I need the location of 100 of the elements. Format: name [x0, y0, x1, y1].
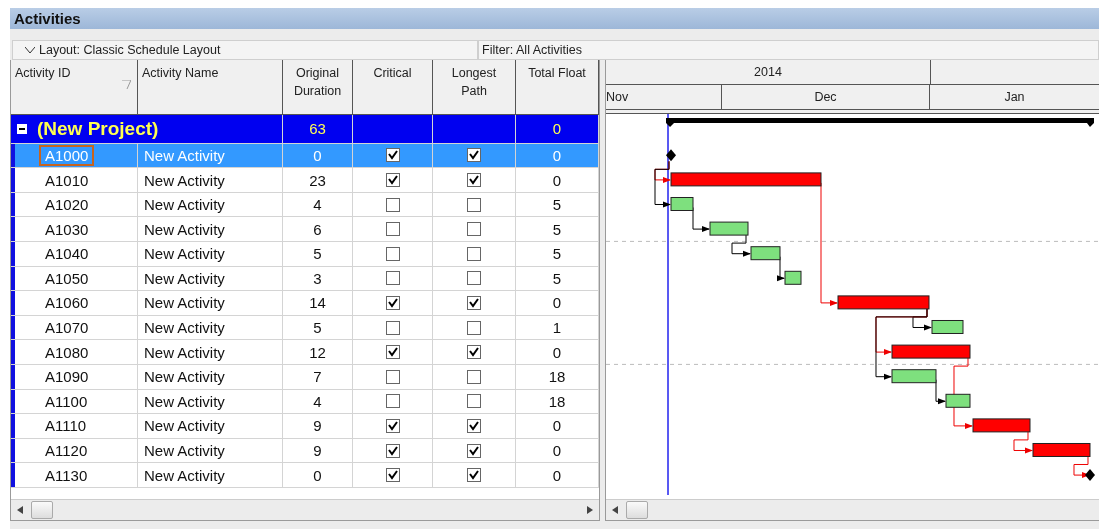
duration-value: 7 [313, 368, 322, 386]
activity-id: A1120 [44, 441, 89, 462]
checkbox[interactable] [385, 320, 400, 335]
year-label: 2014 [754, 64, 782, 79]
panel-title: Activities [10, 8, 1099, 29]
duration-value: 5 [313, 245, 322, 263]
activity-id: A1080 [44, 342, 90, 363]
total-float-value: 0 [552, 146, 562, 164]
checkbox[interactable] [385, 271, 400, 286]
checkbox[interactable] [467, 173, 481, 187]
collapse-icon[interactable] [17, 123, 27, 134]
checkbox[interactable] [467, 394, 481, 409]
checkbox[interactable] [385, 468, 400, 483]
month-label: Nov [606, 89, 629, 104]
duration-value: 14 [309, 294, 326, 312]
checkbox[interactable] [385, 246, 400, 261]
column-header[interactable]: Total Float [516, 59, 599, 114]
duration-value: 4 [313, 392, 322, 410]
column-header[interactable]: Longest Path [433, 59, 516, 114]
relationship-line [731, 234, 751, 257]
checkbox[interactable] [467, 246, 481, 261]
project-total-float: 0 [552, 120, 562, 138]
activity-id: A1050 [44, 268, 90, 289]
activity-name: New Activity [144, 220, 225, 238]
column-header[interactable]: Activity Name [138, 59, 283, 114]
total-float-value: 18 [548, 392, 566, 410]
activity-name: New Activity [144, 466, 225, 484]
total-float-value: 5 [552, 269, 562, 287]
checkbox[interactable] [467, 320, 481, 335]
activity-name: New Activity [144, 417, 225, 435]
activity-name: New Activity [144, 442, 225, 460]
column-header[interactable]: Activity ID [11, 59, 138, 114]
duration-value: 9 [313, 417, 322, 435]
checkbox[interactable] [467, 345, 481, 360]
duration-value: 0 [313, 466, 322, 484]
duration-value: 23 [309, 171, 326, 189]
checkbox[interactable] [467, 222, 481, 237]
activity-name: New Activity [144, 245, 225, 263]
checkbox[interactable] [467, 271, 481, 286]
project-duration: 63 [309, 120, 326, 138]
checkbox[interactable] [385, 394, 400, 409]
relationship-line [953, 357, 973, 429]
relationship-line [1013, 431, 1033, 454]
checkbox[interactable] [385, 222, 400, 237]
checkbox[interactable] [385, 418, 400, 433]
total-float-value: 5 [552, 196, 562, 214]
duration-value: 3 [313, 269, 322, 287]
project-row[interactable]: (New Project) 63 0 [11, 114, 599, 144]
checkbox[interactable] [385, 443, 400, 458]
checkbox[interactable] [467, 148, 481, 163]
column-header[interactable]: Critical [353, 59, 433, 114]
scroll-left-icon[interactable] [612, 506, 618, 514]
checkbox[interactable] [467, 468, 481, 483]
activity-id: A1060 [44, 293, 90, 314]
activity-id: A1040 [44, 244, 90, 265]
checkbox[interactable] [467, 418, 481, 433]
duration-value: 12 [309, 343, 326, 361]
checkbox[interactable] [385, 295, 400, 310]
activity-name: New Activity [144, 392, 225, 410]
activity-id: A1090 [44, 367, 90, 388]
activity-name: New Activity [144, 368, 225, 386]
total-float-value: 5 [552, 245, 562, 263]
total-float-value: 0 [552, 294, 562, 312]
checkbox[interactable] [467, 197, 481, 212]
total-float-value: 0 [552, 171, 562, 189]
filter-label[interactable]: Filter: All Activities [478, 39, 1099, 60]
activity-id: A1030 [44, 219, 90, 240]
total-float-value: 0 [552, 466, 562, 484]
checkbox[interactable] [467, 295, 481, 310]
project-name: (New Project) [37, 117, 159, 140]
chevron-down-icon [25, 46, 35, 53]
checkbox[interactable] [385, 173, 400, 187]
scroll-thumb[interactable] [31, 501, 53, 519]
relationship-line [1073, 455, 1090, 478]
checkbox[interactable] [385, 197, 400, 212]
layout-dropdown[interactable]: Layout: Classic Schedule Layout [12, 39, 478, 60]
horizontal-scrollbar[interactable] [606, 499, 1099, 520]
activity-id: A1020 [44, 195, 90, 216]
activity-name: New Activity [144, 171, 225, 189]
total-float-value: 0 [552, 343, 562, 361]
checkbox[interactable] [385, 369, 400, 384]
scroll-thumb[interactable] [626, 501, 648, 519]
total-float-value: 5 [552, 220, 562, 238]
scroll-right-icon[interactable] [587, 506, 593, 514]
month-label: Dec [814, 89, 837, 104]
checkbox[interactable] [385, 345, 400, 360]
activity-name: New Activity [144, 146, 225, 164]
total-float-value: 0 [552, 417, 562, 435]
horizontal-scrollbar[interactable] [11, 499, 599, 520]
scroll-left-icon[interactable] [17, 506, 23, 514]
checkbox[interactable] [385, 148, 400, 163]
column-header[interactable]: Original Duration [283, 59, 353, 114]
total-float-value: 1 [552, 319, 562, 337]
activity-name: New Activity [144, 343, 225, 361]
activity-id: A1070 [44, 318, 90, 339]
checkbox[interactable] [467, 443, 481, 458]
checkbox[interactable] [467, 369, 481, 384]
total-float-value: 0 [552, 442, 562, 460]
month-label: Jan [1004, 89, 1025, 104]
duration-value: 4 [313, 196, 322, 214]
